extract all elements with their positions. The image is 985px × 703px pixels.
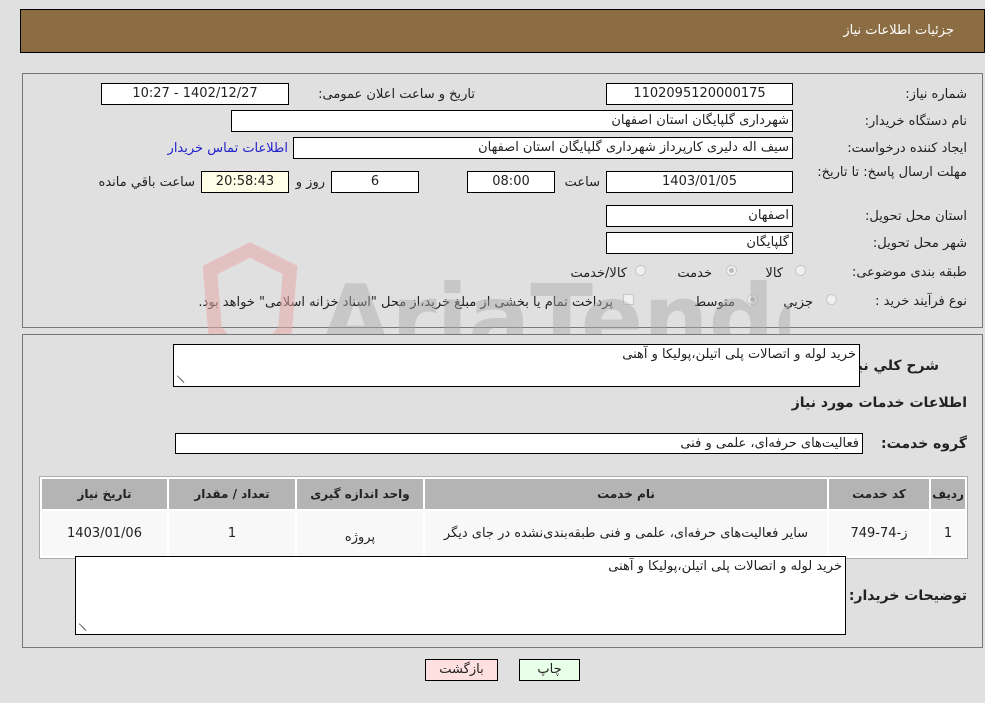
cell-service-name: سایر فعالیت‌های حرفه‌ای، علمی و فنی طبقه… <box>425 511 827 556</box>
category-label: طبقه بندی موضوعی: <box>851 265 967 280</box>
col-service-name: نام خدمت <box>425 479 827 509</box>
deadline-time-field[interactable]: 08:00 <box>467 171 555 193</box>
table-row: 1 ز-74-749 سایر فعالیت‌های حرفه‌ای، علمی… <box>42 511 965 556</box>
buyer-notes-textarea[interactable]: خرید لوله و اتصالات پلی اتیلن،پولیکا و آ… <box>75 556 846 635</box>
treasury-note: پرداخت تمام یا بخشی از مبلغ خرید،از محل … <box>198 295 613 310</box>
buyer-org-label: نام دستگاه خریدار: <box>864 114 967 129</box>
creator-field[interactable]: سیف اله دلیری کارپرداز شهرداری گلپایگان … <box>293 137 793 159</box>
buyer-notes-text: خرید لوله و اتصالات پلی اتیلن،پولیکا و آ… <box>608 559 842 574</box>
process-radio-medium[interactable] <box>747 294 758 305</box>
province-label: استان محل تحویل: <box>865 209 967 224</box>
table-header-row: ردیف کد خدمت نام خدمت واحد اندازه گیری ت… <box>42 479 965 509</box>
announce-label: تاریخ و ساعت اعلان عمومی: <box>318 87 475 102</box>
process-option-medium: متوسط <box>694 295 735 310</box>
days-remaining-field[interactable]: 6 <box>331 171 419 193</box>
treasury-checkbox[interactable] <box>623 294 634 305</box>
cell-unit: پروژه <box>297 511 423 556</box>
remaining-time-label: ساعت باقي مانده <box>98 175 195 190</box>
cell-need-date: 1403/01/06 <box>42 511 167 556</box>
process-radio-minor[interactable] <box>826 294 837 305</box>
col-service-code: کد خدمت <box>829 479 929 509</box>
need-number-field[interactable]: 1102095120000175 <box>606 83 793 105</box>
description-text: خرید لوله و اتصالات پلی اتیلن،پولیکا و آ… <box>622 347 856 362</box>
resize-grip-icon[interactable] <box>176 374 186 384</box>
services-table: ردیف کد خدمت نام خدمت واحد اندازه گیری ت… <box>40 477 967 558</box>
buyer-notes-label: توضیحات خریدار: <box>848 588 967 604</box>
category-option-goods-service: کالا/خدمت <box>570 266 627 281</box>
services-heading: اطلاعات خدمات مورد نیاز <box>791 395 967 411</box>
deadline-date-field[interactable]: 1403/01/05 <box>606 171 793 193</box>
deadline-time-label: ساعت <box>564 175 600 190</box>
process-option-minor: جزيي <box>783 295 813 310</box>
back-button[interactable]: بازگشت <box>425 659 498 681</box>
buyer-contact-link[interactable]: اطلاعات تماس خریدار <box>168 141 288 156</box>
resize-grip-icon[interactable] <box>78 622 88 632</box>
col-need-date: تاریخ نیاز <box>42 479 167 509</box>
category-option-goods: کالا <box>765 266 783 281</box>
col-row-number: ردیف <box>931 479 965 509</box>
service-group-field[interactable]: فعالیت‌های حرفه‌ای، علمی و فنی <box>175 433 863 454</box>
buyer-org-field[interactable]: شهرداری گلپایگان استان اصفهان <box>231 110 793 132</box>
category-radio-service[interactable] <box>726 265 737 276</box>
col-quantity: تعداد / مقدار <box>169 479 295 509</box>
col-unit: واحد اندازه گیری <box>297 479 423 509</box>
announce-date-field[interactable]: 1402/12/27 - 10:27 <box>101 83 289 105</box>
process-label: نوع فرآیند خرید : <box>875 294 967 309</box>
city-field[interactable]: گلپایگان <box>606 232 793 254</box>
cell-row-number: 1 <box>931 511 965 556</box>
category-option-service: خدمت <box>677 266 712 281</box>
print-button[interactable]: چاپ <box>519 659 580 681</box>
creator-label: ایجاد کننده درخواست: <box>847 141 967 156</box>
city-label: شهر محل تحویل: <box>872 236 967 251</box>
page-title: جزئیات اطلاعات نیاز <box>843 23 954 38</box>
need-number-label: شماره نیاز: <box>905 87 967 102</box>
services-table-wrap: ردیف کد خدمت نام خدمت واحد اندازه گیری ت… <box>39 476 968 559</box>
service-group-label: گروه خدمت: <box>881 436 967 452</box>
category-radio-goods-service[interactable] <box>635 265 646 276</box>
cell-service-code: ز-74-749 <box>829 511 929 556</box>
remaining-time-field[interactable]: 20:58:43 <box>201 171 289 193</box>
category-radio-goods[interactable] <box>795 265 806 276</box>
description-textarea[interactable]: خرید لوله و اتصالات پلی اتیلن،پولیکا و آ… <box>173 344 860 387</box>
page-header: جزئیات اطلاعات نیاز <box>20 9 985 53</box>
days-label: روز و <box>295 175 325 190</box>
cell-quantity: 1 <box>169 511 295 556</box>
province-field[interactable]: اصفهان <box>606 205 793 227</box>
deadline-label: مهلت ارسال پاسخ: تا تاریخ: <box>817 165 967 180</box>
